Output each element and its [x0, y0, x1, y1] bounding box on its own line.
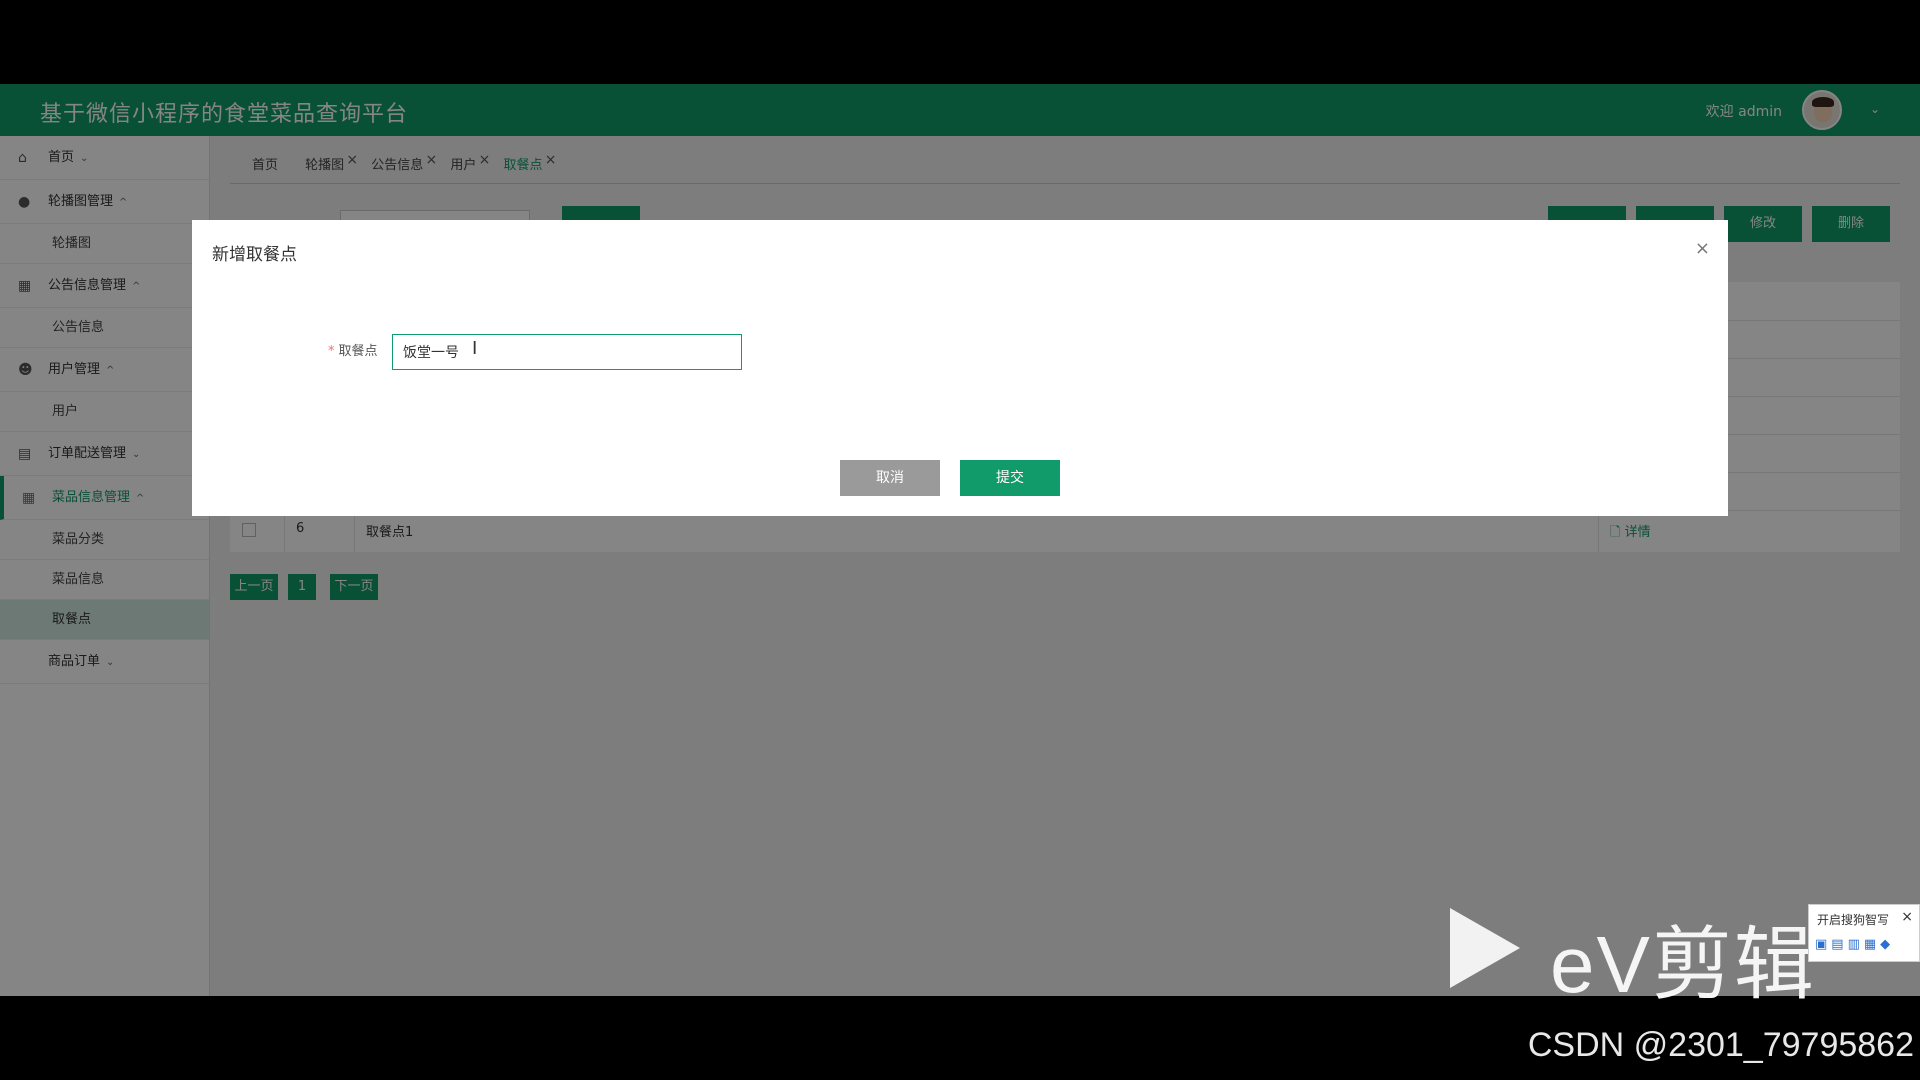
close-icon[interactable]: ×	[1695, 238, 1710, 259]
required-mark: *	[328, 344, 335, 359]
add-pickup-point-dialog: 新增取餐点 × *取餐点 I 取消 提交	[192, 220, 1728, 516]
field-label: * 取餐点	[328, 340, 378, 359]
pickup-point-input[interactable]	[392, 334, 742, 370]
submit-button[interactable]: 提交	[960, 460, 1060, 496]
field-label-text: 取餐点	[338, 344, 378, 359]
csdn-watermark: CSDN @2301_79795862	[1527, 1026, 1914, 1064]
ime-tool-icons[interactable]: ▣▤▥▦◆	[1815, 937, 1894, 952]
ime-title: 开启搜狗智写	[1817, 913, 1890, 927]
dialog-title: 新增取餐点	[212, 245, 297, 265]
cancel-button[interactable]: 取消	[840, 460, 940, 496]
ev-logo-text: eV剪辑	[1550, 920, 1816, 1009]
ime-toolbar: 开启搜狗智写 × ▣▤▥▦◆	[1808, 904, 1920, 962]
app-window: 基于微信小程序的食堂菜品查询平台 欢迎 admin ⌄ ⌂ 首页 ⌄ ● 轮播图管理 ^…	[0, 84, 1920, 996]
ev-watermark-logo: eV剪辑	[1450, 900, 1830, 1010]
play-icon	[1450, 908, 1520, 988]
text-cursor-icon: I	[472, 338, 478, 359]
close-icon[interactable]: ×	[1901, 909, 1913, 925]
